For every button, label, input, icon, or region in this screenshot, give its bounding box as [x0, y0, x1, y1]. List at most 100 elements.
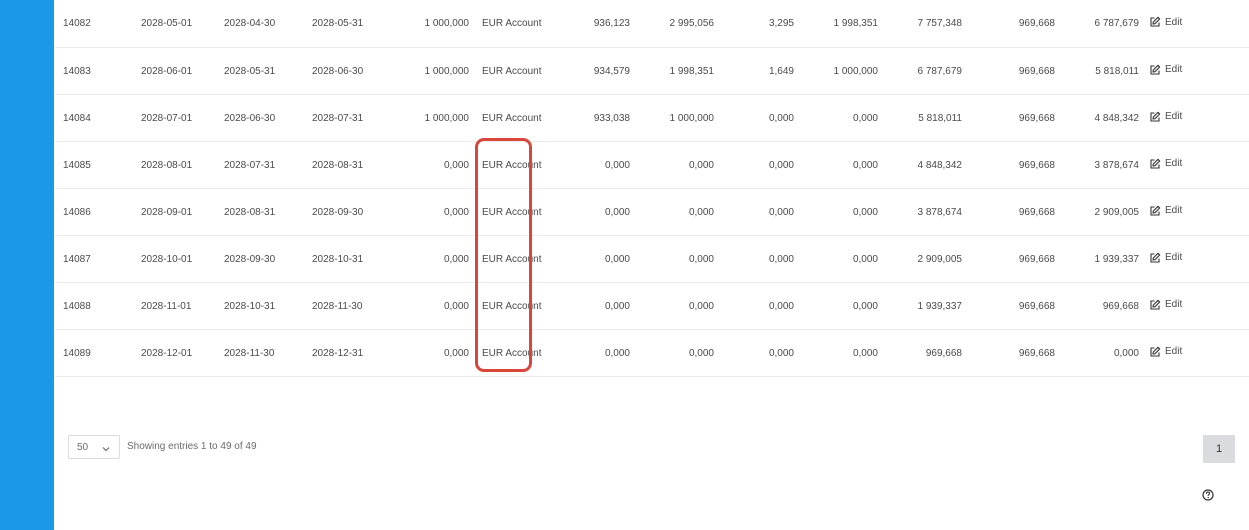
cell-amount: 0,000: [401, 235, 469, 283]
cell-action: Edit: [1139, 188, 1249, 236]
entries-info: Showing entries 1 to 49 of 49: [127, 441, 257, 452]
cell-account: EUR Account: [469, 235, 559, 283]
cell-value-4: 0,000: [794, 94, 878, 142]
edit-button[interactable]: Edit: [1149, 252, 1182, 264]
edit-label: Edit: [1165, 158, 1183, 169]
cell-amount: 0,000: [401, 282, 469, 330]
cell-id: 14086: [54, 188, 141, 236]
cell-value-3: 0,000: [714, 235, 794, 283]
cell-value-5: 4 848,342: [878, 141, 962, 189]
edit-button[interactable]: Edit: [1149, 205, 1182, 217]
table-row: 14085 2028-08-01 2028-07-31 2028-08-31 0,000…: [54, 141, 1249, 189]
cell-id: 14087: [54, 235, 141, 283]
cell-value-1: 936,123: [559, 0, 630, 48]
cell-value-4: 0,000: [794, 141, 878, 189]
edit-icon: [1149, 299, 1161, 311]
cell-value-2: 0,000: [630, 188, 714, 236]
cell-amount: 0,000: [401, 141, 469, 189]
table-row: 14089 2028-12-01 2028-11-30 2028-12-31 0,000…: [54, 329, 1249, 377]
cell-value-4: 1 000,000: [794, 47, 878, 95]
cell-date-2: 2028-09-30: [224, 235, 312, 283]
cell-value-5: 6 787,679: [878, 47, 962, 95]
cell-value-7: 2 909,005: [1055, 188, 1139, 236]
edit-icon: [1149, 64, 1161, 76]
cell-date-1: 2028-05-01: [141, 0, 224, 48]
cell-amount: 0,000: [401, 188, 469, 236]
cell-value-6: 969,668: [962, 188, 1055, 236]
edit-label: Edit: [1165, 16, 1183, 28]
cell-date-1: 2028-06-01: [141, 47, 224, 95]
edit-button[interactable]: Edit: [1149, 111, 1182, 123]
cell-date-2: 2028-05-31: [224, 47, 312, 95]
cell-date-2: 2028-06-30: [224, 94, 312, 142]
cell-date-2: 2028-07-31: [224, 141, 312, 189]
edit-icon: [1149, 252, 1161, 264]
cell-id: 14085: [54, 141, 141, 189]
cell-action: Edit: [1139, 94, 1249, 142]
edit-label: Edit: [1165, 205, 1183, 216]
cell-date-1: 2028-08-01: [141, 141, 224, 189]
edit-button[interactable]: Edit: [1149, 158, 1182, 170]
cell-value-1: 934,579: [559, 47, 630, 95]
edit-label: Edit: [1165, 252, 1183, 263]
edit-button[interactable]: Edit: [1149, 16, 1182, 28]
cell-date-2: 2028-11-30: [224, 329, 312, 377]
cell-value-7: 0,000: [1055, 329, 1139, 377]
cell-value-6: 969,668: [962, 235, 1055, 283]
cell-value-2: 0,000: [630, 282, 714, 330]
cell-date-3: 2028-09-30: [312, 188, 401, 236]
cell-value-4: 0,000: [794, 329, 878, 377]
cell-date-1: 2028-12-01: [141, 329, 224, 377]
cell-action: Edit: [1139, 329, 1249, 377]
cell-amount: 1 000,000: [401, 47, 469, 95]
cell-value-7: 6 787,679: [1055, 0, 1139, 48]
edit-button[interactable]: Edit: [1149, 299, 1182, 311]
cell-account: EUR Account: [469, 47, 559, 95]
cell-action: Edit: [1139, 235, 1249, 283]
cell-date-3: 2028-08-31: [312, 141, 401, 189]
cell-amount: 0,000: [401, 329, 469, 377]
cell-value-1: 0,000: [559, 282, 630, 330]
cell-value-2: 0,000: [630, 235, 714, 283]
cell-value-3: 3,295: [714, 0, 794, 48]
edit-button[interactable]: Edit: [1149, 64, 1182, 76]
cell-value-2: 0,000: [630, 141, 714, 189]
cell-value-7: 4 848,342: [1055, 94, 1139, 142]
cell-value-4: 0,000: [794, 235, 878, 283]
cell-value-3: 0,000: [714, 188, 794, 236]
edit-button[interactable]: Edit: [1149, 346, 1182, 358]
cell-account: EUR Account: [469, 94, 559, 142]
cell-id: 14088: [54, 282, 141, 330]
cell-amount: 1 000,000: [401, 94, 469, 142]
page-size-select[interactable]: 50: [68, 435, 120, 459]
table-row: 14088 2028-11-01 2028-10-31 2028-11-30 0,000…: [54, 282, 1249, 330]
cell-date-2: 2028-10-31: [224, 282, 312, 330]
cell-value-1: 0,000: [559, 235, 630, 283]
table-body: 14082 2028-05-01 2028-04-30 2028-05-31 1 000…: [54, 0, 1249, 377]
cell-value-6: 969,668: [962, 94, 1055, 142]
cell-value-7: 1 939,337: [1055, 235, 1139, 283]
cell-value-6: 969,668: [962, 47, 1055, 95]
cell-account: EUR Account: [469, 141, 559, 189]
pagination-page-1[interactable]: 1: [1203, 435, 1235, 463]
edit-icon: [1149, 16, 1161, 28]
cell-id: 14083: [54, 47, 141, 95]
cell-date-1: 2028-10-01: [141, 235, 224, 283]
cell-account: EUR Account: [469, 0, 559, 48]
table-row: 14083 2028-06-01 2028-05-31 2028-06-30 1 000…: [54, 47, 1249, 95]
cell-id: 14089: [54, 329, 141, 377]
cell-value-1: 0,000: [559, 188, 630, 236]
cell-value-1: 0,000: [559, 329, 630, 377]
cell-date-1: 2028-11-01: [141, 282, 224, 330]
cell-value-1: 0,000: [559, 141, 630, 189]
cell-value-5: 1 939,337: [878, 282, 962, 330]
help-icon[interactable]: [1202, 489, 1214, 501]
cell-value-5: 3 878,674: [878, 188, 962, 236]
cell-value-3: 0,000: [714, 329, 794, 377]
cell-date-1: 2028-09-01: [141, 188, 224, 236]
cell-id: 14084: [54, 94, 141, 142]
cell-date-1: 2028-07-01: [141, 94, 224, 142]
cell-action: Edit: [1139, 0, 1249, 48]
cell-account: EUR Account: [469, 188, 559, 236]
cell-action: Edit: [1139, 282, 1249, 330]
